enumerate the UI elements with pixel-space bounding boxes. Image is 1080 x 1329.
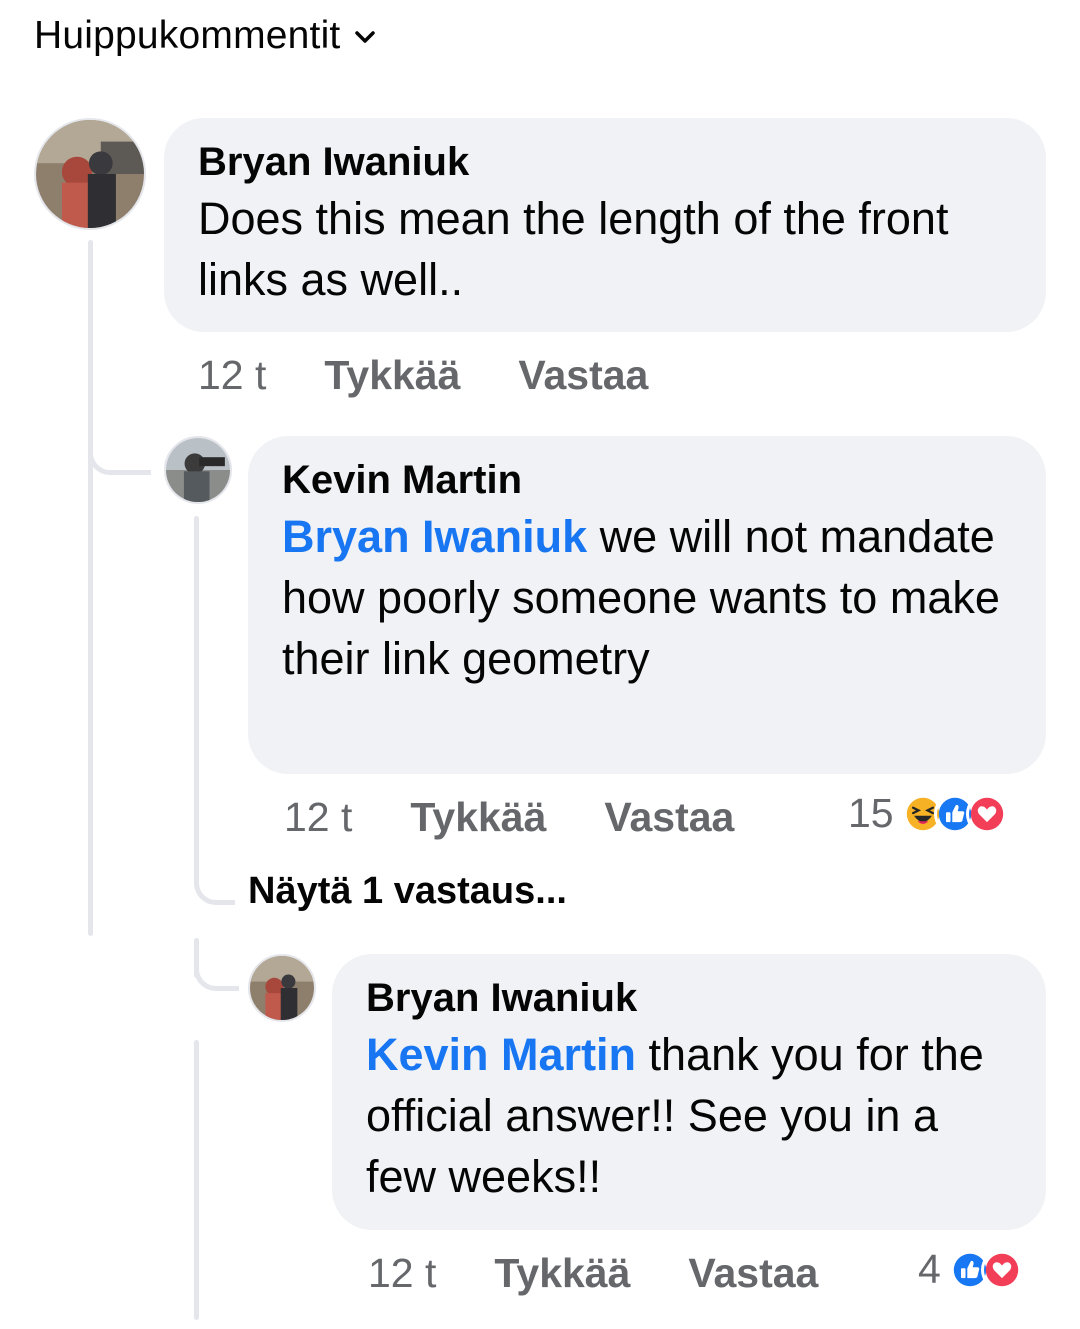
comment-timestamp[interactable]: 12 t — [284, 794, 352, 841]
love-icon — [980, 1248, 1023, 1291]
reaction-summary[interactable]: 15 — [848, 790, 1008, 837]
comment-actions: 12 t Tykkää Vastaa — [284, 794, 734, 841]
thread-branch — [194, 850, 235, 905]
comment-author[interactable]: Bryan Iwaniuk — [366, 974, 1012, 1022]
avatar[interactable] — [164, 436, 232, 504]
mention-link[interactable]: Kevin Martin — [366, 1029, 636, 1080]
thread-line — [194, 1040, 199, 1320]
thread-line — [88, 240, 93, 936]
avatar[interactable] — [34, 118, 146, 230]
thread-line — [194, 516, 199, 856]
sort-comments-dropdown[interactable]: Huippukommentit — [34, 8, 376, 64]
comment-author[interactable]: Bryan Iwaniuk — [198, 138, 1012, 186]
chevron-down-icon — [354, 30, 376, 49]
view-replies-link[interactable]: Näytä 1 vastaus... — [248, 870, 567, 913]
reply-button[interactable]: Vastaa — [604, 794, 734, 841]
comment-timestamp[interactable]: 12 t — [198, 352, 266, 399]
comment-actions: 12 t Tykkää Vastaa — [368, 1250, 818, 1297]
comment-author[interactable]: Kevin Martin — [282, 456, 1012, 504]
comment-bubble: Bryan Iwaniuk Does this mean the length … — [164, 118, 1046, 332]
like-button[interactable]: Tykkää — [324, 352, 460, 399]
sort-label: Huippukommentit — [34, 14, 341, 57]
comment-text: Bryan Iwaniuk we will not mandate how po… — [282, 506, 1012, 689]
comment-text: Does this mean the length of the front l… — [198, 193, 949, 305]
like-button[interactable]: Tykkää — [410, 794, 546, 841]
reply-button[interactable]: Vastaa — [688, 1250, 818, 1297]
avatar[interactable] — [248, 954, 316, 1022]
comment-bubble: Kevin Martin Bryan Iwaniuk we will not m… — [248, 436, 1046, 774]
thread-branch — [194, 940, 239, 991]
reaction-summary[interactable]: 4 — [918, 1246, 1023, 1293]
reaction-count: 4 — [918, 1246, 941, 1292]
comment-text: Kevin Martin thank you for the official … — [366, 1024, 1012, 1207]
like-button[interactable]: Tykkää — [494, 1250, 630, 1297]
thread-branch — [88, 420, 151, 475]
comment-bubble: Bryan Iwaniuk Kevin Martin thank you for… — [332, 954, 1046, 1230]
comment-timestamp[interactable]: 12 t — [368, 1250, 436, 1297]
reaction-count: 15 — [848, 790, 894, 836]
reply-button[interactable]: Vastaa — [518, 352, 648, 399]
love-icon — [965, 792, 1008, 835]
comment-actions: 12 t Tykkää Vastaa — [198, 352, 648, 399]
mention-link[interactable]: Bryan Iwaniuk — [282, 511, 587, 562]
